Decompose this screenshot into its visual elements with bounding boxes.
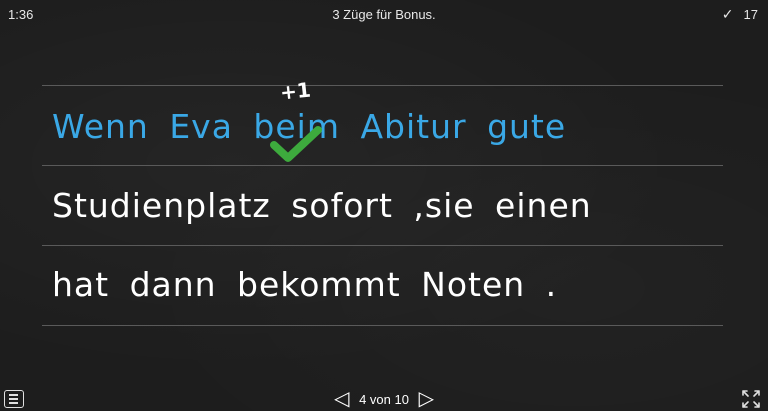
score-value: 17 bbox=[743, 7, 758, 22]
score-counter: ✓ 17 bbox=[722, 6, 758, 23]
ruled-line bbox=[42, 165, 723, 166]
sentence-line-3[interactable]: hat dann bekommt Noten . bbox=[52, 265, 557, 304]
bottom-bar: ◁ 4 von 10 ▷ bbox=[0, 387, 768, 411]
bonus-message: 3 Züge für Bonus. bbox=[332, 7, 436, 22]
next-page-icon[interactable]: ▷ bbox=[419, 389, 434, 409]
ruled-line bbox=[42, 85, 723, 86]
check-icon: ✓ bbox=[721, 6, 734, 22]
fullscreen-icon[interactable] bbox=[741, 389, 761, 409]
top-bar: 1:36 3 Züge für Bonus. ✓ 17 bbox=[0, 0, 768, 28]
pager: ◁ 4 von 10 ▷ bbox=[0, 389, 768, 409]
ruled-line bbox=[42, 245, 723, 246]
sentence-line-2[interactable]: Studienplatz sofort ,sie einen bbox=[52, 186, 592, 225]
page-indicator: 4 von 10 bbox=[359, 391, 409, 407]
sentence-board: Wenn Eva beim Abitur gute Studienplatz s… bbox=[42, 77, 723, 327]
correct-check-icon bbox=[270, 126, 322, 162]
bonus-points-label: +1 bbox=[278, 77, 312, 105]
prev-page-icon[interactable]: ◁ bbox=[334, 389, 349, 409]
ruled-line bbox=[42, 325, 723, 326]
